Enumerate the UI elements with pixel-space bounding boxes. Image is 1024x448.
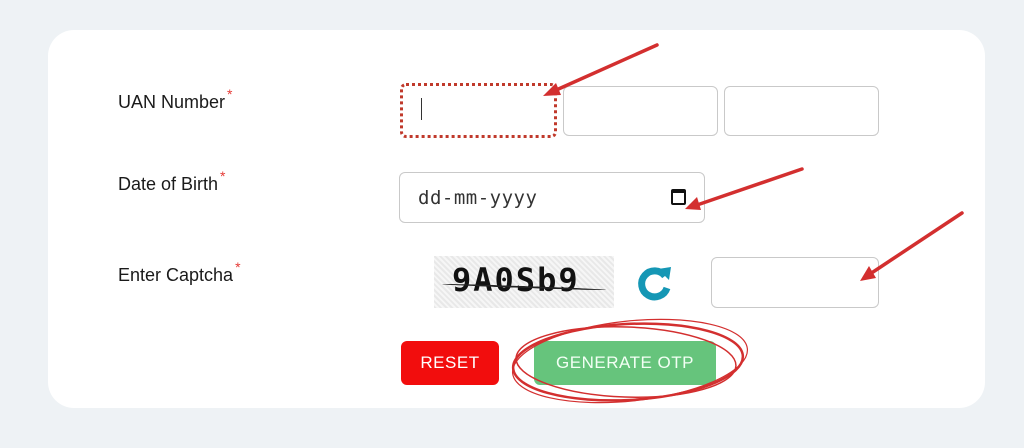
text-cursor xyxy=(421,98,422,120)
uan-label-text: UAN Number xyxy=(118,92,226,112)
dob-date-input[interactable]: dd-mm-yyyy xyxy=(399,172,705,223)
dob-label-text: Date of Birth xyxy=(118,174,219,194)
captcha-label-text: Enter Captcha xyxy=(118,265,234,285)
captcha-image-text: 9A0Sb9 xyxy=(452,261,580,299)
dob-required-mark: * xyxy=(220,168,226,184)
captcha-input[interactable] xyxy=(711,257,879,308)
captcha-required-mark: * xyxy=(235,259,241,275)
reset-button[interactable]: RESET xyxy=(401,341,499,385)
uan-input-part-2[interactable] xyxy=(563,86,718,136)
dob-placeholder: dd-mm-yyyy xyxy=(418,187,538,209)
dob-label: Date of Birth * xyxy=(118,168,226,195)
uan-required-mark: * xyxy=(227,86,233,102)
refresh-icon[interactable] xyxy=(632,261,676,305)
captcha-image: 9A0Sb9 xyxy=(434,256,614,308)
uan-input-part-3[interactable] xyxy=(724,86,879,136)
uan-label: UAN Number * xyxy=(118,86,232,113)
uan-input-part-1[interactable] xyxy=(400,83,557,138)
calendar-icon[interactable] xyxy=(671,189,686,205)
generate-otp-button[interactable]: GENERATE OTP xyxy=(534,341,716,385)
captcha-label: Enter Captcha * xyxy=(118,259,241,286)
